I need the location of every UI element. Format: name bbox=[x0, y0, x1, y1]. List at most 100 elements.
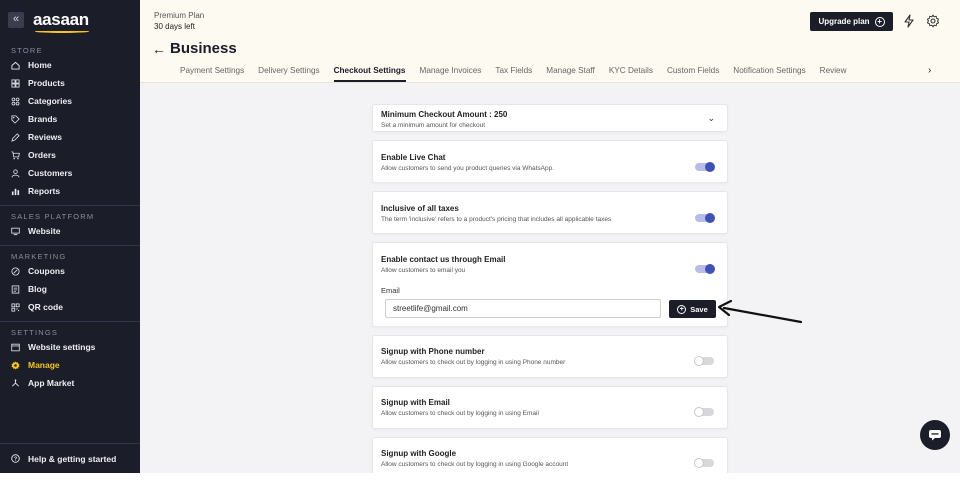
sidebar-item-coupons[interactable]: Coupons bbox=[0, 262, 140, 280]
help-getting-started[interactable]: ? Help & getting started bbox=[0, 443, 140, 473]
inclusive-taxes-card: Inclusive of all taxes The term 'inclusi… bbox=[372, 191, 728, 234]
chat-bubble-icon bbox=[929, 430, 941, 441]
tab-custom-fields[interactable]: Custom Fields bbox=[667, 66, 719, 82]
signup-phone-card: Signup with Phone number Allow customers… bbox=[372, 335, 728, 378]
plan-name: Premium Plan bbox=[154, 11, 205, 20]
products-icon bbox=[11, 78, 20, 88]
sidebar-item-blog[interactable]: Blog bbox=[0, 280, 140, 298]
inclusive-taxes-title: Inclusive of all taxes bbox=[381, 204, 459, 213]
collapse-sidebar-icon[interactable]: « bbox=[8, 12, 24, 28]
signup-phone-desc: Allow customers to check out by logging … bbox=[381, 359, 566, 366]
tab-manage-invoices[interactable]: Manage Invoices bbox=[420, 66, 482, 82]
email-field-label: Email bbox=[381, 286, 400, 295]
plus-circle-icon: + bbox=[874, 16, 885, 27]
contact-email-desc: Allow customers to email you bbox=[381, 267, 466, 274]
sidebar-item-categories[interactable]: Categories bbox=[0, 92, 140, 110]
coupon-icon bbox=[11, 266, 20, 276]
brand-name: aasaan bbox=[33, 10, 89, 29]
sidebar-item-website[interactable]: Website bbox=[0, 222, 140, 240]
sidebar-item-manage[interactable]: Manage bbox=[0, 356, 140, 374]
signup-email-card: Signup with Email Allow customers to che… bbox=[372, 386, 728, 429]
monitor-icon bbox=[11, 227, 20, 236]
inclusive-taxes-desc: The term 'inclusive' refers to a product… bbox=[381, 216, 612, 223]
sidebar-item-label: Website settings bbox=[28, 342, 96, 352]
sidebar: « aasaan STORE Home Products Categories Bran… bbox=[0, 0, 140, 473]
signup-google-desc: Allow customers to check out by logging … bbox=[381, 461, 569, 468]
sidebar-item-label: App Market bbox=[28, 378, 75, 388]
sidebar-item-label: Categories bbox=[28, 96, 72, 106]
categories-icon bbox=[11, 97, 20, 106]
tabs-scroll-right-icon[interactable]: › bbox=[928, 65, 931, 76]
tab-checkout-settings[interactable]: Checkout Settings bbox=[333, 66, 406, 82]
sidebar-item-orders[interactable]: Orders bbox=[0, 146, 140, 164]
reports-icon bbox=[11, 187, 20, 196]
app-window: « aasaan STORE Home Products Categories Bran… bbox=[0, 0, 960, 480]
signup-google-toggle[interactable] bbox=[694, 458, 714, 468]
tab-kyc-details[interactable]: KYC Details bbox=[609, 66, 653, 82]
signup-email-toggle[interactable] bbox=[694, 407, 714, 417]
sidebar-nav: STORE Home Products Categories Brands Reviews… bbox=[0, 46, 140, 392]
sidebar-item-label: Coupons bbox=[28, 266, 65, 276]
sidebar-item-label: Website bbox=[28, 226, 61, 236]
sidebar-item-label: Blog bbox=[28, 284, 47, 294]
lightning-icon[interactable] bbox=[902, 14, 916, 28]
live-chat-desc: Allow customers to send you product quer… bbox=[381, 165, 555, 172]
sidebar-item-reports[interactable]: Reports bbox=[0, 182, 140, 200]
contact-email-card: Enable contact us through Email Allow cu… bbox=[372, 242, 728, 327]
sidebar-section-label: SALES PLATFORM bbox=[11, 212, 95, 221]
save-button[interactable]: + Save bbox=[669, 300, 716, 318]
sidebar-item-label: Customers bbox=[28, 168, 73, 178]
sidebar-item-label: QR code bbox=[28, 302, 63, 312]
inclusive-taxes-toggle[interactable] bbox=[695, 213, 715, 223]
tab-payment-settings[interactable]: Payment Settings bbox=[180, 66, 244, 82]
app-market-icon bbox=[11, 378, 20, 388]
toggle-knob bbox=[694, 407, 704, 417]
sidebar-item-label: Home bbox=[28, 60, 52, 70]
gear-icon[interactable] bbox=[926, 14, 940, 28]
sidebar-item-label: Products bbox=[28, 78, 65, 88]
back-arrow-icon[interactable]: ← bbox=[152, 41, 166, 57]
upgrade-plan-label: Upgrade plan bbox=[818, 17, 870, 26]
sidebar-item-website-settings[interactable]: Website settings bbox=[0, 338, 140, 356]
home-icon bbox=[11, 61, 20, 70]
chevron-down-icon[interactable]: ⌄ bbox=[707, 113, 715, 124]
signup-email-desc: Allow customers to check out by logging … bbox=[381, 410, 539, 417]
sidebar-item-label: Reports bbox=[28, 186, 61, 196]
sidebar-item-reviews[interactable]: Reviews bbox=[0, 128, 140, 146]
live-chat-toggle[interactable] bbox=[695, 162, 715, 172]
min-checkout-title: Minimum Checkout Amount : 250 bbox=[381, 110, 508, 119]
tab-tax-fields[interactable]: Tax Fields bbox=[495, 66, 532, 82]
sidebar-item-app-market[interactable]: App Market bbox=[0, 374, 140, 392]
qr-icon bbox=[11, 302, 20, 312]
toggle-knob bbox=[705, 264, 715, 274]
reviews-icon bbox=[11, 132, 20, 142]
sidebar-item-label: Manage bbox=[28, 360, 60, 370]
customers-icon bbox=[11, 168, 20, 178]
sidebar-item-home[interactable]: Home bbox=[0, 56, 140, 74]
toggle-knob bbox=[694, 356, 704, 366]
website-settings-icon bbox=[11, 343, 20, 352]
signup-google-card: Signup with Google Allow customers to ch… bbox=[372, 437, 728, 473]
min-checkout-card[interactable]: Minimum Checkout Amount : 250 Set a mini… bbox=[372, 104, 728, 132]
brand-logo[interactable]: aasaan bbox=[33, 10, 89, 33]
contact-email-toggle[interactable] bbox=[695, 264, 715, 274]
tag-icon bbox=[11, 114, 20, 124]
toggle-knob bbox=[705, 213, 715, 223]
signup-phone-toggle[interactable] bbox=[694, 356, 714, 366]
title-row: ← Business bbox=[152, 40, 237, 57]
chat-button[interactable] bbox=[920, 420, 950, 450]
tab-delivery-settings[interactable]: Delivery Settings bbox=[258, 66, 319, 82]
sidebar-item-brands[interactable]: Brands bbox=[0, 110, 140, 128]
signup-google-title: Signup with Google bbox=[381, 449, 457, 458]
sidebar-item-products[interactable]: Products bbox=[0, 74, 140, 92]
upgrade-plan-button[interactable]: Upgrade plan + bbox=[810, 12, 893, 31]
tab-notification-settings[interactable]: Notification Settings bbox=[733, 66, 805, 82]
tab-review[interactable]: Review bbox=[820, 66, 847, 82]
sidebar-item-customers[interactable]: Customers bbox=[0, 164, 140, 182]
email-field[interactable] bbox=[385, 299, 661, 318]
tab-manage-staff[interactable]: Manage Staff bbox=[546, 66, 595, 82]
sidebar-item-qr-code[interactable]: QR code bbox=[0, 298, 140, 316]
toggle-knob bbox=[705, 162, 715, 172]
gear-icon bbox=[11, 360, 20, 370]
help-label: Help & getting started bbox=[28, 453, 117, 464]
